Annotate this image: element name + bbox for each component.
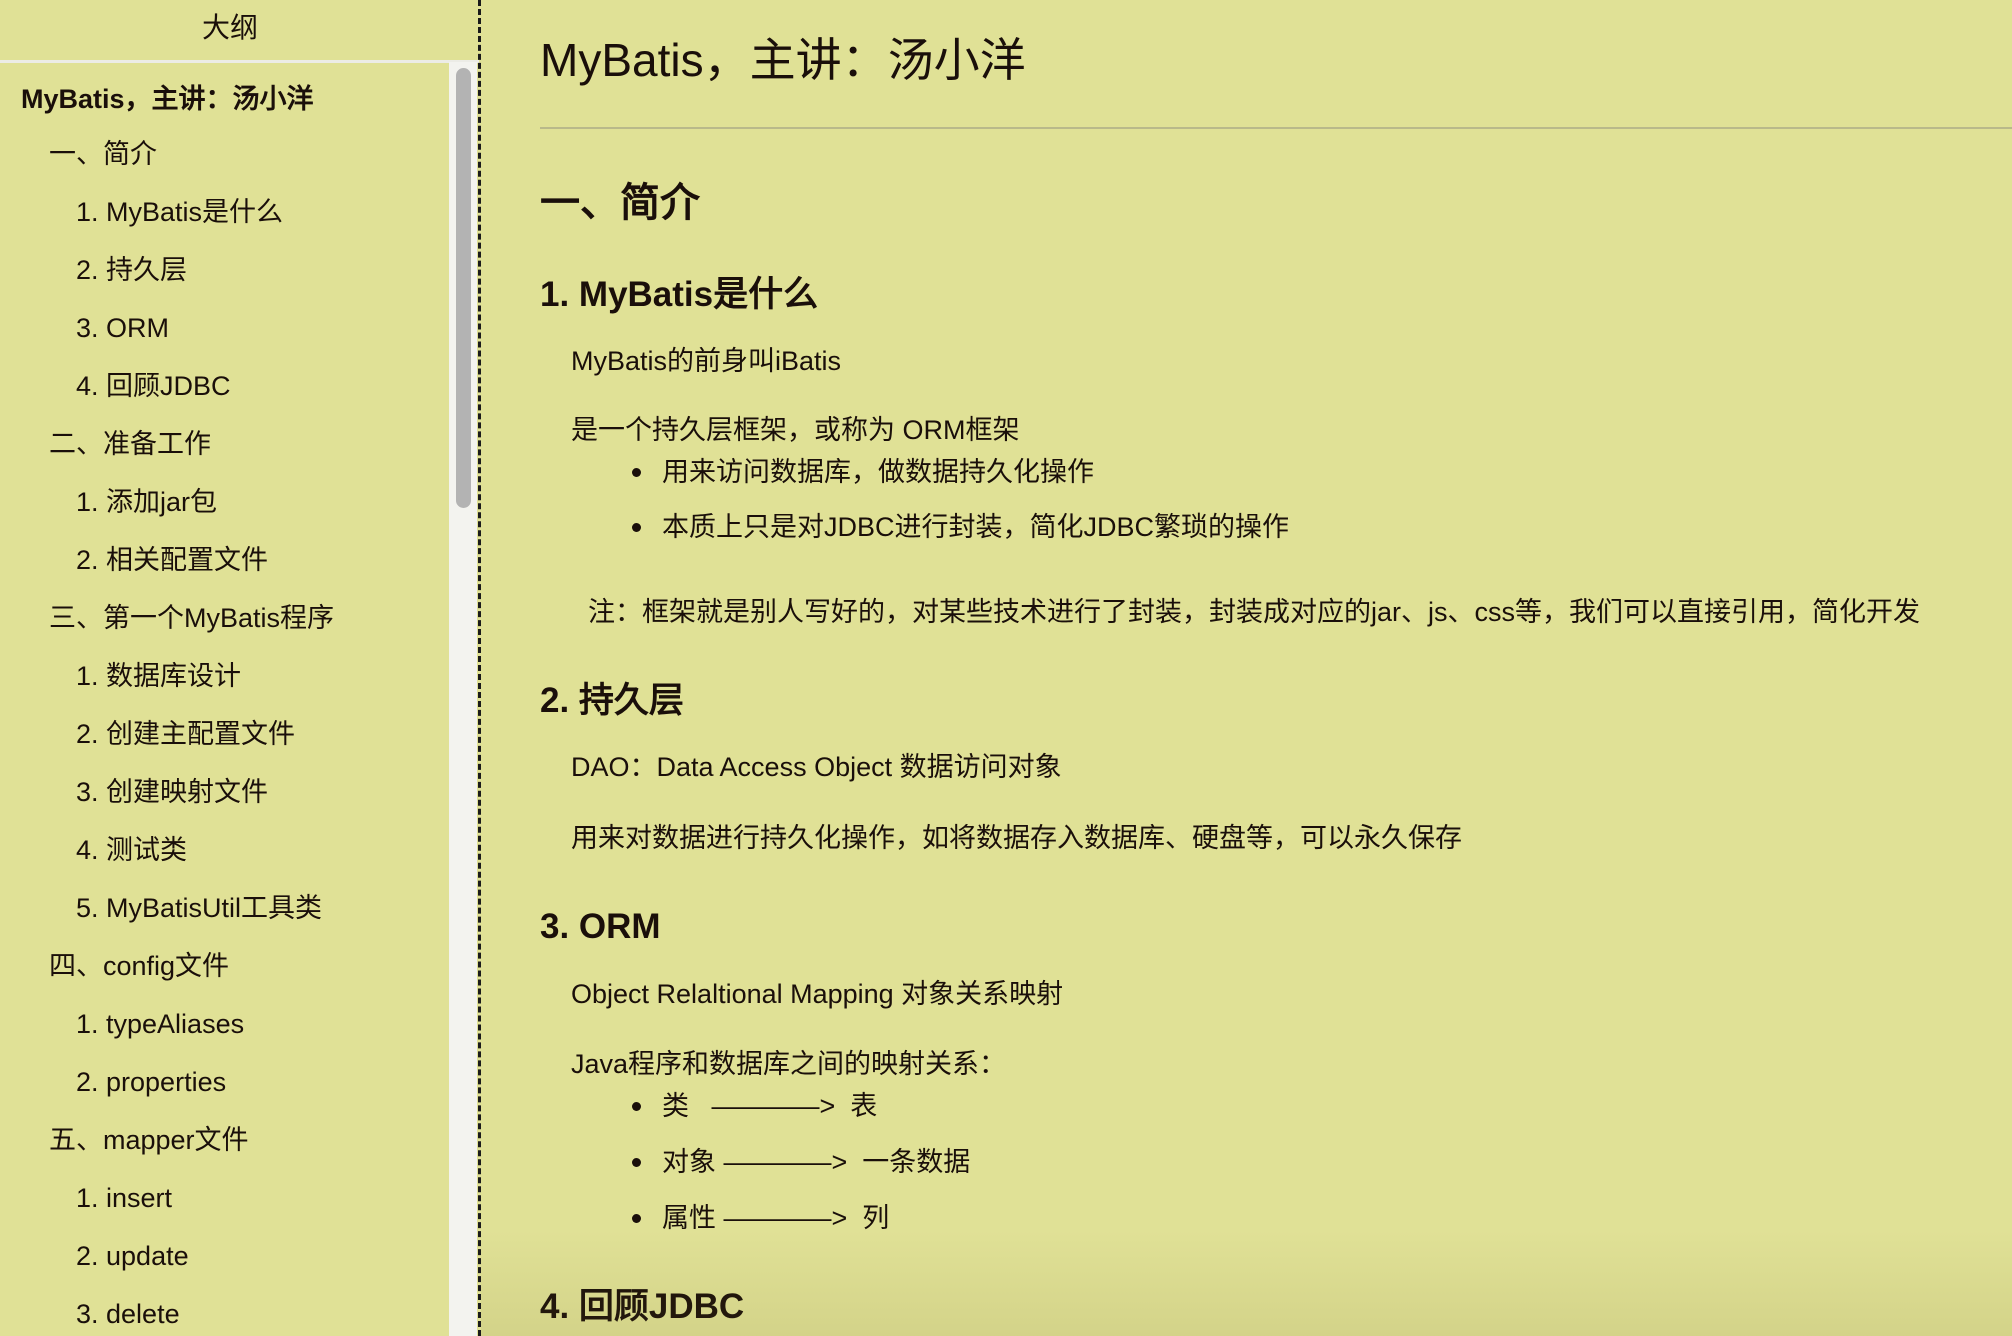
outline-sidebar: 大纲 MyBatis，主讲：汤小洋一、简介 1. MyBatis是什么 2. 持久层… — [0, 0, 479, 1336]
paragraph: Object Relaltional Mapping 对象关系映射 — [571, 979, 1064, 1009]
outline-item[interactable]: 四、config文件 — [49, 953, 229, 980]
outline-item[interactable]: MyBatis，主讲：汤小洋 — [21, 86, 314, 113]
outline-title: 大纲 — [201, 12, 258, 43]
heading-intro: 一、简介 — [540, 181, 700, 225]
bullet-icon — [632, 1102, 641, 1111]
outline-item[interactable]: 一、简介 — [49, 141, 157, 168]
outline-item[interactable]: 二、准备工作 — [49, 431, 211, 458]
paragraph: Java程序和数据库之间的映射关系： — [571, 1049, 1007, 1079]
outline-scrollbar-thumb[interactable] — [456, 68, 471, 508]
outline-item[interactable]: 3. 创建映射文件 — [76, 779, 268, 806]
paragraph: MyBatis的前身叫iBatis — [571, 346, 842, 376]
outline-item[interactable]: 3. delete — [76, 1301, 180, 1328]
outline-item[interactable]: 1. insert — [76, 1185, 172, 1212]
list-item: 用来访问数据库，做数据持久化操作 — [662, 457, 1094, 487]
outline-item[interactable]: 2. 持久层 — [76, 257, 187, 284]
paragraph: 用来对数据进行持久化操作，如将数据存入数据库、硬盘等，可以永久保存 — [571, 823, 1462, 853]
outline-item[interactable]: 三、第一个MyBatis程序 — [49, 605, 334, 632]
list-item: 本质上只是对JDBC进行封装，简化JDBC繁琐的操作 — [662, 512, 1290, 542]
paragraph: 是一个持久层框架，或称为 ORM框架 — [571, 415, 1020, 445]
bullet-icon — [632, 523, 641, 532]
paragraph: DAO：Data Access Object 数据访问对象 — [571, 752, 1062, 782]
outline-item[interactable]: 1. typeAliases — [76, 1011, 244, 1038]
outline-item[interactable]: 4. 回顾JDBC — [76, 373, 231, 400]
outline-item[interactable]: 1. 添加jar包 — [76, 489, 217, 516]
heading-what-is-mybatis: 1. MyBatis是什么 — [540, 275, 819, 314]
outline-item[interactable]: 2. 相关配置文件 — [76, 547, 268, 574]
outline-item[interactable]: 1. MyBatis是什么 — [76, 199, 283, 226]
list-item: 对象 ————> 一条数据 — [662, 1147, 971, 1177]
pane-divider[interactable] — [478, 0, 481, 1336]
outline-item[interactable]: 2. update — [76, 1243, 189, 1270]
outline-item[interactable]: 3. ORM — [76, 315, 169, 342]
outline-header: 大纲 — [0, 0, 479, 63]
bullet-icon — [632, 1214, 641, 1223]
bullet-icon — [632, 468, 641, 477]
outline-item[interactable]: 五、mapper文件 — [49, 1127, 249, 1154]
note-paragraph: 注：框架就是别人写好的，对某些技术进行了封装，封装成对应的jar、js、css等… — [588, 597, 1921, 627]
heading-orm: 3. ORM — [540, 907, 661, 946]
heading-review-jdbc: 4. 回顾JDBC — [540, 1287, 745, 1326]
outline-item[interactable]: 4. 测试类 — [76, 837, 187, 864]
outline-item[interactable]: 2. 创建主配置文件 — [76, 721, 295, 748]
outline-item[interactable]: 2. properties — [76, 1069, 226, 1096]
list-item: 类 ————> 表 — [662, 1091, 878, 1121]
outline-item[interactable]: 5. MyBatisUtil工具类 — [76, 895, 322, 922]
heading-persistence-layer: 2. 持久层 — [540, 681, 684, 720]
bullet-icon — [632, 1158, 641, 1167]
list-item: 属性 ————> 列 — [662, 1203, 890, 1233]
document-title: MyBatis，主讲：汤小洋 — [540, 34, 1026, 86]
outline-item[interactable]: 1. 数据库设计 — [76, 663, 241, 690]
title-rule — [540, 127, 2012, 129]
